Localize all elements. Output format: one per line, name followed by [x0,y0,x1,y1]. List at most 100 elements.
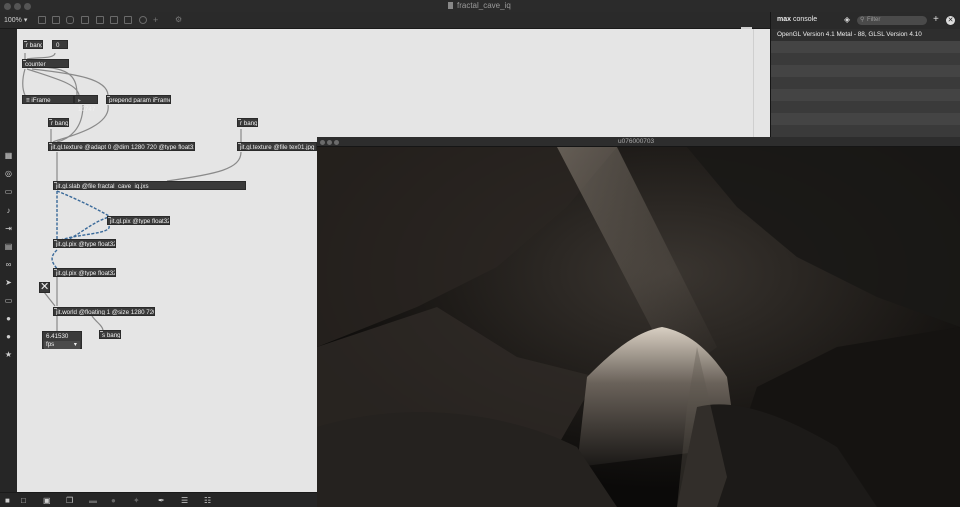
number-arrow-icon: ▸ [78,97,82,104]
close-render-button[interactable] [320,139,325,145]
cord-counter-iframe [22,68,26,96]
target-icon[interactable]: ◎ [4,169,13,178]
object-r-bang-2[interactable]: r bang [48,118,69,127]
console-row [771,113,960,125]
cord-counter-number [26,68,80,96]
console-row [771,77,960,89]
window-title: fractal_cave_iq [448,1,511,10]
zoom-menu[interactable]: 100% ▾ [4,16,27,24]
object-s-bang[interactable]: s bang [99,330,121,339]
toggle-render[interactable]: ✕ [39,282,50,293]
music-icon[interactable]: ♪ [4,206,13,215]
close-window-button[interactable] [4,3,11,10]
audio-icon[interactable]: ● [111,496,116,505]
object-jit-gl-pix-1[interactable]: jit.gl.pix @type float32 [53,239,116,248]
number-box-iframe[interactable]: ≡ iFrame [22,95,74,104]
align-icon[interactable] [110,16,118,24]
render-view[interactable] [317,147,960,507]
wrench-icon[interactable]: ✒ [158,496,165,505]
comment-icon[interactable] [66,16,74,24]
cord-counter-right [36,66,78,96]
iframe-value-text: 10747 [78,106,96,113]
chevron-down-icon: ▾ [73,341,77,348]
console-filter-input[interactable]: ⚲ Filter [857,16,927,25]
snippet-icon[interactable]: ➤ [4,278,13,287]
render-window-titlebar[interactable]: u076000703 [317,137,960,147]
fps-display[interactable]: 6.41530 fps ▾ [42,331,82,349]
image-icon[interactable]: ▤ [4,242,13,251]
info-icon[interactable]: ● [4,314,13,323]
lock-edit-icon[interactable] [38,16,46,24]
link-icon[interactable]: ∞ [4,260,13,269]
max-app-window: fractal_cave_iq 100% ▾ + ⚙ ▦ ◎ ▭ ♪ ⇥ ▤ ∞… [0,0,960,507]
console-title: max console [777,16,817,23]
add-icon[interactable]: + [153,16,161,25]
console-row [771,41,960,53]
cord-texfile-slab [166,151,242,182]
inspector-icon[interactable]: ▭ [4,187,13,196]
clear-icon[interactable] [81,16,89,24]
star-icon[interactable]: ★ [4,350,13,359]
search-icon: ⚲ [860,17,865,23]
cord-toggle-world [43,291,56,307]
patcher-toolbar: 100% ▾ + ⚙ [0,12,770,35]
console-message[interactable]: OpenGL Version 4.1 Metal - 88, GLSL Vers… [777,31,922,38]
left-sidebar: ▦ ◎ ▭ ♪ ⇥ ▤ ∞ ➤ ▭ ● ● ★ [0,29,17,492]
document-icon [448,2,453,9]
grid-icon[interactable] [96,16,104,24]
jit-world-window[interactable]: u076000703 [317,137,960,507]
number-zero[interactable]: 0 [52,40,68,49]
cord-counter-prepend [31,68,109,96]
object-jit-gl-texture-adapt[interactable]: jit.gl.texture @adapt 0 @dim 1280 720 @t… [48,142,195,151]
help-icon[interactable]: ● [4,332,13,341]
title-bar: fractal_cave_iq [0,0,960,12]
fps-value: 6.41530 [46,333,69,340]
object-prepend-param[interactable]: prepend param iFrame [106,95,171,104]
minimize-render-button[interactable] [327,139,332,145]
render-window-title: u076000703 [618,138,655,145]
mixer-icon[interactable]: ☰ [181,496,188,505]
console-row [771,53,960,65]
panel-icon[interactable]: ▭ [4,296,13,305]
minimize-window-button[interactable] [14,3,21,10]
zoom-render-button[interactable] [334,139,339,145]
keyboard-icon[interactable]: ☷ [204,496,211,505]
clear-console-icon[interactable]: ✕ [946,16,955,25]
tools-icon[interactable]: ✦ [133,496,140,505]
window-title-text: fractal_cave_iq [457,1,511,10]
snapshot-icon[interactable]: ⚙ [175,16,183,24]
object-r-bang-3[interactable]: r bang [237,118,258,127]
fps-unit-text: fps [46,341,55,348]
number-iframe-value[interactable]: ▸ 10747 [74,95,98,113]
object-counter[interactable]: counter [22,59,69,68]
fractal-cave-render [317,147,960,507]
diamond-icon[interactable]: ◈ [844,15,850,24]
object-jit-gl-slab[interactable]: jit.gl.slab @file fractal_cave_iq.jxs [53,181,246,190]
console-title-rest: console [791,16,818,23]
filter-placeholder: Filter [867,17,881,23]
lock-icon[interactable]: ■ [5,496,10,505]
cord-pix1-pix3 [51,249,58,270]
step-icon[interactable]: ⇥ [4,224,13,233]
windows-icon[interactable]: ❐ [66,496,73,505]
console-row [771,89,960,101]
object-jit-gl-pix-3[interactable]: jit.gl.pix @type float32 [53,268,116,277]
edit-icon[interactable]: □ [21,496,26,505]
layout-icon[interactable] [124,16,132,24]
console-row [771,125,960,137]
object-jit-gl-pix-2[interactable]: jit.gl.pix @type float32 [107,216,170,225]
presentation-mode-icon[interactable]: ▣ [43,496,51,505]
object-r-bang[interactable]: r bang [23,40,43,49]
console-header: max console ◈ ⚲ Filter + ✕ [771,12,960,29]
package-icon[interactable]: ▦ [4,151,13,160]
fps-unit-menu[interactable]: fps ▾ [44,341,80,349]
debug-icon[interactable] [139,16,147,24]
dsp-icon[interactable]: ▬ [89,496,97,505]
object-jit-gl-texture-file[interactable]: jit.gl.texture @file tex01.jpg @ [237,142,317,151]
cord-pix2-pix1 [60,225,110,241]
add-icon[interactable]: + [933,14,939,25]
zoom-window-button[interactable] [24,3,31,10]
object-jit-world[interactable]: jit.world @floating 1 @size 1280 720 [53,307,155,316]
presentation-icon[interactable] [52,16,60,24]
console-row [771,65,960,77]
